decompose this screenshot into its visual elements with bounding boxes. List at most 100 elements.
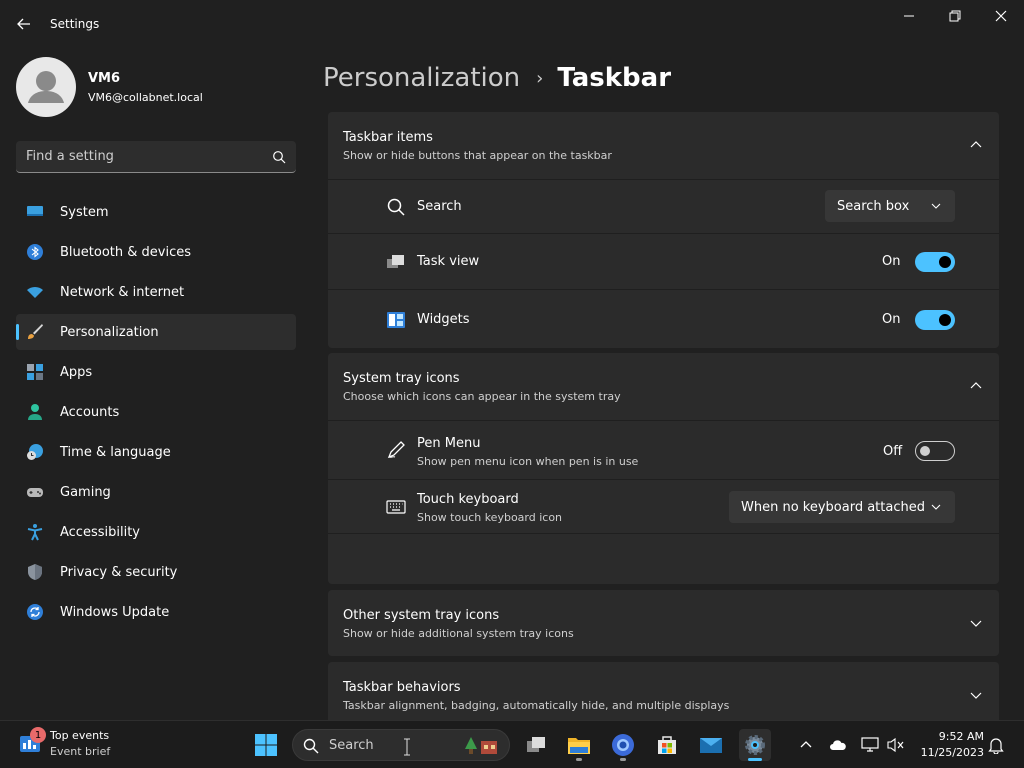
wifi-icon [27, 286, 43, 298]
close-icon [995, 10, 1007, 22]
section-subtitle: Choose which icons can appear in the sys… [343, 390, 621, 403]
breadcrumb-parent[interactable]: Personalization [323, 63, 520, 93]
pen-menu-row: Pen Menu Show pen menu icon when pen is … [328, 420, 999, 479]
notification-badge: 1 [30, 727, 46, 743]
section-title: Other system tray icons [343, 608, 500, 623]
toggle-state: On [882, 254, 901, 269]
window-title: Settings [50, 17, 100, 31]
widgets-icon [387, 312, 405, 328]
brush-icon [28, 324, 43, 339]
mail-icon [700, 738, 722, 753]
row-subtitle: Show touch keyboard icon [417, 511, 563, 524]
back-arrow-icon [17, 18, 30, 30]
onedrive-tray[interactable] [828, 735, 848, 755]
toggle-state: Off [883, 444, 903, 459]
sidebar-item-label: Accessibility [60, 524, 140, 540]
toggle-knob [920, 446, 930, 456]
bluetooth-icon [27, 244, 43, 260]
task-view-toggle[interactable] [915, 252, 955, 272]
row-label: Task view [417, 254, 480, 269]
restore-button[interactable] [932, 4, 978, 28]
sidebar-item-gaming[interactable]: Gaming [16, 474, 296, 510]
task-view-button[interactable] [520, 729, 552, 761]
row-label: Widgets [417, 312, 470, 327]
toggle-state: On [882, 312, 901, 327]
file-explorer-button[interactable] [563, 729, 595, 761]
notifications-button[interactable] [986, 735, 1006, 755]
browser-button[interactable] [607, 729, 639, 761]
sidebar-item-accessibility[interactable]: Accessibility [16, 514, 296, 550]
taskbar-search-label: Search [329, 738, 374, 753]
section-title: Taskbar items [343, 130, 433, 145]
system-tray-card: System tray icons Choose which icons can… [328, 353, 999, 584]
minimize-icon [904, 15, 914, 17]
sidebar-item-windows-update[interactable]: Windows Update [16, 594, 296, 630]
user-icon [28, 71, 64, 103]
sidebar-item-time-language[interactable]: Time & language [16, 434, 296, 470]
sidebar-item-network[interactable]: Network & internet [16, 274, 296, 310]
search-icon [387, 198, 405, 216]
find-setting-input[interactable] [26, 141, 266, 172]
sidebar-item-privacy-security[interactable]: Privacy & security [16, 554, 296, 590]
empty-row [328, 533, 999, 584]
back-button[interactable] [10, 12, 38, 36]
taskbar-items-header[interactable]: Taskbar items Show or hide buttons that … [328, 112, 999, 178]
sidebar-item-bluetooth[interactable]: Bluetooth & devices [16, 234, 296, 270]
profile-email: VM6@collabnet.local [88, 91, 203, 104]
sidebar-item-label: Privacy & security [60, 564, 178, 580]
taskbar-search[interactable]: Search [292, 729, 510, 761]
widgets-toggle[interactable] [915, 310, 955, 330]
search-icon [303, 738, 319, 754]
start-button[interactable] [254, 733, 278, 757]
folder-icon [568, 738, 590, 754]
chevron-down-icon [931, 203, 941, 209]
row-label: Pen Menu [417, 436, 481, 451]
chevron-up-icon [970, 382, 982, 389]
sidebar-item-label: Apps [60, 364, 93, 380]
network-icon [861, 737, 879, 752]
section-subtitle: Show or hide buttons that appear on the … [343, 149, 612, 162]
network-tray[interactable] [860, 735, 880, 755]
touch-keyboard-row: Touch keyboard Show touch keyboard icon … [328, 479, 999, 533]
sidebar-item-accounts[interactable]: Accounts [16, 394, 296, 430]
person-icon [28, 404, 42, 420]
search-highlight-icon [465, 737, 497, 754]
chevron-down-icon [931, 504, 941, 510]
system-tray-header[interactable]: System tray icons Choose which icons can… [328, 353, 999, 419]
clock-date: 11/25/2023 [920, 746, 984, 759]
clock-time: 9:52 AM [938, 730, 984, 743]
volume-tray[interactable] [886, 735, 906, 755]
sidebar-nav: System Bluetooth & devices Network & int… [16, 194, 296, 634]
dropdown-value: Search box [837, 198, 910, 214]
sidebar-item-label: System [60, 204, 109, 220]
running-indicator [620, 758, 626, 761]
other-tray-card[interactable]: Other system tray icons Show or hide add… [328, 590, 999, 656]
store-button[interactable] [651, 729, 683, 761]
taskbar-behaviors-card[interactable]: Taskbar behaviors Taskbar alignment, bad… [328, 662, 999, 720]
bell-icon [988, 738, 1004, 754]
update-icon [27, 604, 43, 620]
taskbar-items-card: Taskbar items Show or hide buttons that … [328, 112, 999, 348]
mail-button[interactable] [695, 729, 727, 761]
row-label: Search [417, 199, 462, 214]
windows-taskbar: 1 Top events Event brief Search 9:52 AM … [0, 720, 1024, 768]
task-view-icon [387, 255, 404, 268]
sidebar-item-personalization[interactable]: Personalization [16, 314, 296, 350]
pen-menu-toggle[interactable] [915, 441, 955, 461]
gamepad-icon [27, 488, 43, 497]
minimize-button[interactable] [886, 4, 932, 28]
search-mode-dropdown[interactable]: Search box [825, 190, 955, 222]
settings-app-button[interactable] [739, 729, 771, 761]
gear-icon [745, 735, 765, 755]
avatar[interactable] [16, 57, 76, 117]
touch-keyboard-dropdown[interactable]: When no keyboard attached [729, 491, 955, 523]
sidebar-item-apps[interactable]: Apps [16, 354, 296, 390]
section-title: Taskbar behaviors [343, 680, 461, 695]
sidebar-item-label: Bluetooth & devices [60, 244, 191, 260]
close-button[interactable] [978, 4, 1024, 28]
show-hidden-icons-button[interactable] [796, 735, 816, 755]
find-setting-box[interactable] [16, 141, 296, 173]
news-subtitle: Event brief [50, 745, 111, 758]
sidebar-item-system[interactable]: System [16, 194, 296, 230]
sidebar-item-label: Windows Update [60, 604, 170, 620]
